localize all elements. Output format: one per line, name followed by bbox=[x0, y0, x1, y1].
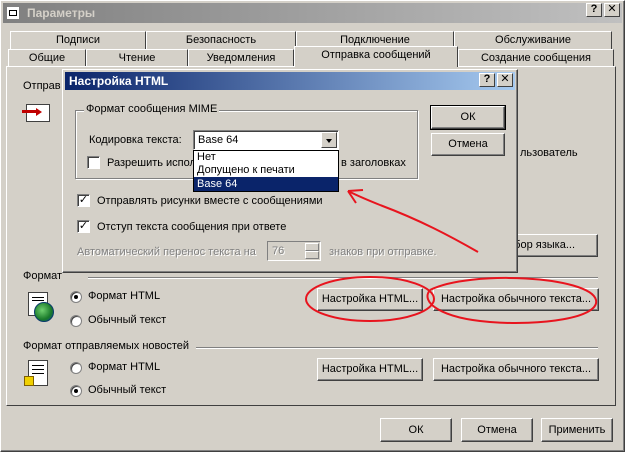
encoding-option-printable[interactable]: Допущено к печати bbox=[194, 164, 338, 177]
dialog-cancel-button[interactable]: Отмена bbox=[431, 133, 505, 156]
dialog-titlebar: Настройка HTML bbox=[65, 72, 515, 90]
globe-document-icon bbox=[22, 290, 56, 322]
tab-compose[interactable]: Создание сообщения bbox=[458, 49, 614, 67]
html-settings-dialog: Настройка HTML ? ✕ Формат сообщения MIME… bbox=[62, 69, 518, 273]
dialog-ok-button[interactable]: ОК bbox=[430, 105, 506, 130]
allow-checkbox[interactable] bbox=[87, 156, 100, 169]
main-close-button[interactable]: ✕ bbox=[604, 3, 620, 17]
mail-plain-settings-button[interactable]: Настройка обычного текста... bbox=[433, 288, 599, 311]
news-html-radio[interactable] bbox=[70, 362, 82, 374]
dialog-help-button[interactable]: ? bbox=[479, 73, 495, 87]
tab-send[interactable]: Отправка сообщений bbox=[294, 46, 458, 67]
encoding-dropdown-list[interactable]: Нет Допущено к печати Base 64 bbox=[193, 150, 339, 192]
mail-format-title: Формат bbox=[23, 270, 63, 282]
main-help-button[interactable]: ? bbox=[586, 3, 602, 17]
send-pictures-checkbox[interactable]: ✓ bbox=[77, 194, 90, 207]
encoding-label: Кодировка текста: bbox=[89, 134, 182, 146]
news-plain-label[interactable]: Обычный текст bbox=[88, 384, 166, 396]
wrap-spinner: 76 bbox=[267, 241, 321, 261]
ok-button[interactable]: ОК bbox=[380, 418, 452, 442]
dialog-close-button[interactable]: ✕ bbox=[497, 73, 513, 87]
tab-receipts[interactable]: Уведомления bbox=[188, 49, 294, 67]
app-icon bbox=[6, 6, 20, 20]
indent-label[interactable]: Отступ текста сообщения при ответе bbox=[97, 221, 286, 233]
separator-mail bbox=[88, 277, 598, 279]
mail-html-label[interactable]: Формат HTML bbox=[88, 290, 160, 302]
news-html-settings-button[interactable]: Настройка HTML... bbox=[317, 358, 423, 381]
news-html-label[interactable]: Формат HTML bbox=[88, 361, 160, 373]
mail-plain-label[interactable]: Обычный текст bbox=[88, 314, 166, 326]
wrap-label-start: Автоматический перенос текста на bbox=[77, 246, 256, 258]
mail-html-settings-button[interactable]: Настройка HTML... bbox=[317, 288, 423, 311]
news-plain-radio[interactable] bbox=[70, 385, 82, 397]
tab-signatures[interactable]: Подписи bbox=[10, 31, 146, 49]
wrap-label-end: знаков при отправке. bbox=[329, 246, 437, 258]
news-format-title: Формат отправляемых новостей bbox=[23, 340, 190, 352]
user-partial-label: льзователь bbox=[520, 147, 578, 159]
encoding-select-value: Base 64 bbox=[198, 134, 239, 146]
allow-label-end[interactable]: в заголовках bbox=[341, 157, 406, 169]
send-pictures-label[interactable]: Отправлять рисунки вместе с сообщениями bbox=[97, 195, 323, 207]
tab-general[interactable]: Общие bbox=[8, 49, 86, 67]
encoding-select[interactable]: Base 64 bbox=[193, 130, 339, 150]
apply-button[interactable]: Применить bbox=[541, 418, 613, 442]
news-document-icon bbox=[24, 358, 54, 390]
tab-maintenance[interactable]: Обслуживание bbox=[454, 31, 612, 49]
spinner-down-icon bbox=[305, 251, 319, 259]
envelope-icon bbox=[22, 100, 52, 124]
tab-read[interactable]: Чтение bbox=[86, 49, 188, 67]
mime-group-title: Формат сообщения MIME bbox=[84, 103, 220, 115]
chevron-down-icon[interactable] bbox=[321, 132, 337, 148]
spinner-up-icon bbox=[305, 243, 319, 251]
cancel-button[interactable]: Отмена bbox=[461, 418, 533, 442]
send-section-label: Отправ bbox=[23, 80, 61, 92]
separator-news bbox=[196, 347, 598, 349]
main-titlebar: Параметры bbox=[3, 3, 622, 23]
tab-security[interactable]: Безопасность bbox=[146, 31, 296, 49]
mail-plain-radio[interactable] bbox=[70, 315, 82, 327]
news-plain-settings-button[interactable]: Настройка обычного текста... bbox=[433, 358, 599, 381]
allow-label-start[interactable]: Разрешить испол bbox=[107, 157, 196, 169]
wrap-value: 76 bbox=[272, 245, 285, 257]
main-window-title: Параметры bbox=[27, 6, 96, 20]
indent-checkbox[interactable]: ✓ bbox=[77, 220, 90, 233]
encoding-option-base64[interactable]: Base 64 bbox=[194, 177, 338, 191]
mail-html-radio[interactable] bbox=[70, 291, 82, 303]
dialog-title: Настройка HTML bbox=[69, 74, 169, 88]
encoding-option-none[interactable]: Нет bbox=[194, 151, 338, 164]
